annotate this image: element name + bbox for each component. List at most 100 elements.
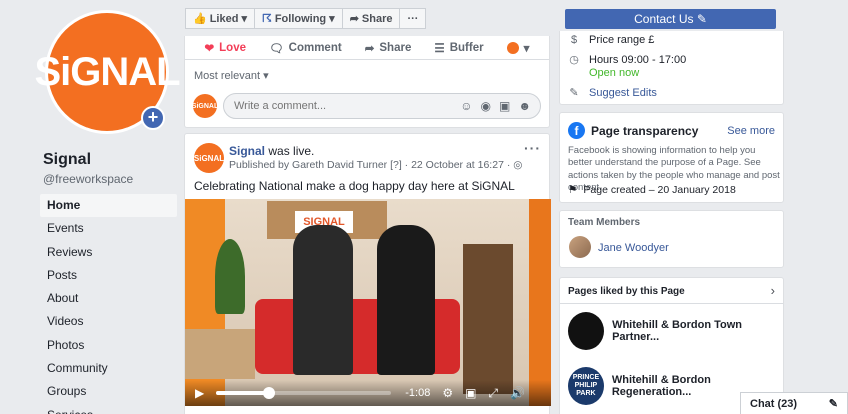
nav-item-videos[interactable]: Videos xyxy=(40,310,177,333)
post-author-avatar[interactable]: SiGNAL xyxy=(194,143,224,173)
love-button[interactable]: ❤ Love xyxy=(205,41,246,55)
video-frame-shelf xyxy=(463,244,513,394)
team-member-link[interactable]: Jane Woodyer xyxy=(598,242,669,254)
video-progress-knob[interactable] xyxy=(262,387,275,399)
nav-item-community[interactable]: Community xyxy=(40,357,177,380)
buffer-label: Buffer xyxy=(449,41,484,54)
caret-down-icon: ▾ xyxy=(523,42,530,55)
post-author-link[interactable]: Signal xyxy=(229,144,265,158)
clock-icon: ◷ xyxy=(569,54,579,66)
chat-bar[interactable]: Chat (23) ✎ xyxy=(740,392,848,414)
liked-page-name[interactable]: Whitehill & Bordon Town Partner... xyxy=(612,319,783,343)
pages-liked-title: Pages liked by this Page xyxy=(568,286,685,297)
share-post-button[interactable]: ➦ Share xyxy=(365,41,412,55)
liked-page-thumbnail: PRINCE PHILIP PARK xyxy=(568,367,604,405)
divider xyxy=(560,303,783,304)
page-handle[interactable]: @freeworkspace xyxy=(43,172,133,186)
money-icon: $ xyxy=(570,34,578,46)
see-more-link[interactable]: See more xyxy=(727,125,775,137)
page-nav: Home Events Reviews Posts About Videos P… xyxy=(40,194,177,414)
video-control-icons: ⚙ ▣ ⤢ 🔊 xyxy=(442,386,525,401)
love-label: Love xyxy=(219,41,246,54)
nav-item-posts[interactable]: Posts xyxy=(40,264,177,287)
comment-button[interactable]: 🗨 Comment xyxy=(269,41,342,55)
video-player[interactable]: SIGNAL ▶ -1:08 ⚙ ▣ ⤢ 🔊 xyxy=(185,199,551,406)
transparency-title: Page transparency xyxy=(591,124,699,138)
post-meta: Published by Gareth David Turner [?] · 2… xyxy=(229,159,523,171)
nav-item-groups[interactable]: Groups xyxy=(40,380,177,403)
share-label: Share xyxy=(379,41,412,54)
suggest-edits-link[interactable]: Suggest Edits xyxy=(589,87,657,99)
avatar[interactable] xyxy=(569,236,591,258)
sort-label: Most relevant xyxy=(194,70,261,82)
gif-icon[interactable]: ▣ xyxy=(499,99,510,113)
sticker-icon[interactable]: ☻ xyxy=(518,99,531,113)
suggest-edits-row[interactable]: ✎ Suggest Edits xyxy=(568,86,657,100)
nav-item-services[interactable]: Services xyxy=(40,404,177,414)
caret-down-icon: ▾ xyxy=(329,13,335,25)
video-frame-table xyxy=(185,329,255,379)
team-members-card: Team Members Jane Woodyer xyxy=(559,210,784,268)
nav-item-about[interactable]: About xyxy=(40,287,177,310)
hours-row: ◷ Hours 09:00 - 17:00 xyxy=(568,53,687,67)
reaction-bar: ❤ Love 🗨 Comment ➦ Share ☰ Buffer ▾ xyxy=(185,36,549,60)
page-created-text: Page created – 20 January 2018 xyxy=(583,184,736,196)
video-progress-bar[interactable] xyxy=(216,387,392,399)
comment-label: Comment xyxy=(288,41,342,54)
page-avatar-icon xyxy=(506,41,519,54)
nav-item-home[interactable]: Home xyxy=(40,194,177,218)
hours-text: Hours 09:00 - 17:00 xyxy=(589,53,687,66)
video-progress-fill xyxy=(216,391,269,395)
following-label: Following xyxy=(274,12,327,25)
page-info-card: $ Price range £ ◷ Hours 09:00 - 17:00 Op… xyxy=(559,31,784,105)
comment-sort-dropdown[interactable]: Most relevant ▾ xyxy=(194,69,269,82)
compose-icon[interactable]: ✎ xyxy=(829,397,838,410)
emoji-icon[interactable]: ☺ xyxy=(460,99,472,113)
post-text: Celebrating National make a dog happy da… xyxy=(194,179,515,193)
buffer-button[interactable]: ☰ Buffer xyxy=(434,41,483,55)
price-range-text: Price range £ xyxy=(589,34,655,46)
fullscreen-icon[interactable]: ⤢ xyxy=(488,386,498,401)
play-icon[interactable]: ▶ xyxy=(195,386,204,400)
chat-label: Chat (23) xyxy=(750,397,798,410)
liked-button[interactable]: 👍 Liked ▾ xyxy=(185,8,255,29)
page-created-row: ⚑ Page created – 20 January 2018 xyxy=(568,184,736,196)
page-transparency-card: f Page transparency See more Facebook is… xyxy=(559,112,784,203)
team-members-title: Team Members xyxy=(568,217,641,228)
share-label: Share xyxy=(361,12,393,25)
page-name[interactable]: Signal xyxy=(43,151,91,169)
page-action-bar: 👍 Liked ▾ ☈ Following ▾ ➦ Share ··· xyxy=(185,8,427,30)
picture-in-picture-icon[interactable]: ▣ xyxy=(465,386,476,401)
volume-icon[interactable]: 🔊 xyxy=(510,386,525,401)
share-arrow-icon: ➦ xyxy=(364,42,375,55)
post-as-selector[interactable]: ▾ xyxy=(506,41,530,55)
liked-page-item[interactable]: Whitehill & Bordon Town Partner... xyxy=(568,312,783,350)
video-frame-wall-right xyxy=(529,199,551,406)
liked-page-thumbnail xyxy=(568,312,605,350)
profile-logo[interactable]: SiGNAL + xyxy=(34,10,181,134)
following-button[interactable]: ☈ Following ▾ xyxy=(253,8,343,29)
camera-icon[interactable]: ◉ xyxy=(481,99,491,113)
heart-icon: ❤ xyxy=(204,42,215,55)
caret-down-icon: ▾ xyxy=(241,13,247,25)
contact-us-button[interactable]: Contact Us ✎ xyxy=(565,9,776,29)
gear-icon[interactable]: ⚙ xyxy=(442,386,453,401)
nav-item-events[interactable]: Events xyxy=(40,217,177,240)
liked-label: Liked xyxy=(209,12,239,25)
more-button[interactable]: ··· xyxy=(399,8,427,29)
thumbs-up-icon: 👍 xyxy=(193,13,207,25)
nav-item-photos[interactable]: Photos xyxy=(40,334,177,357)
video-frame-person xyxy=(377,225,435,375)
nav-item-reviews[interactable]: Reviews xyxy=(40,241,177,264)
add-photo-icon[interactable]: + xyxy=(141,106,165,130)
facebook-icon: f xyxy=(568,122,585,139)
share-button[interactable]: ➦ Share xyxy=(341,8,401,29)
post-title: Signal was live. xyxy=(229,144,314,158)
video-frame-plant xyxy=(215,239,245,314)
post-options-icon[interactable]: ··· xyxy=(524,140,541,156)
previous-post-footer: ❤ Love 🗨 Comment ➦ Share ☰ Buffer ▾ Most… xyxy=(184,36,550,128)
comment-icon: 🗨 xyxy=(269,42,284,55)
chevron-right-icon[interactable]: › xyxy=(771,283,775,298)
rss-icon: ☈ xyxy=(261,13,272,25)
flag-icon: ⚑ xyxy=(568,184,578,196)
